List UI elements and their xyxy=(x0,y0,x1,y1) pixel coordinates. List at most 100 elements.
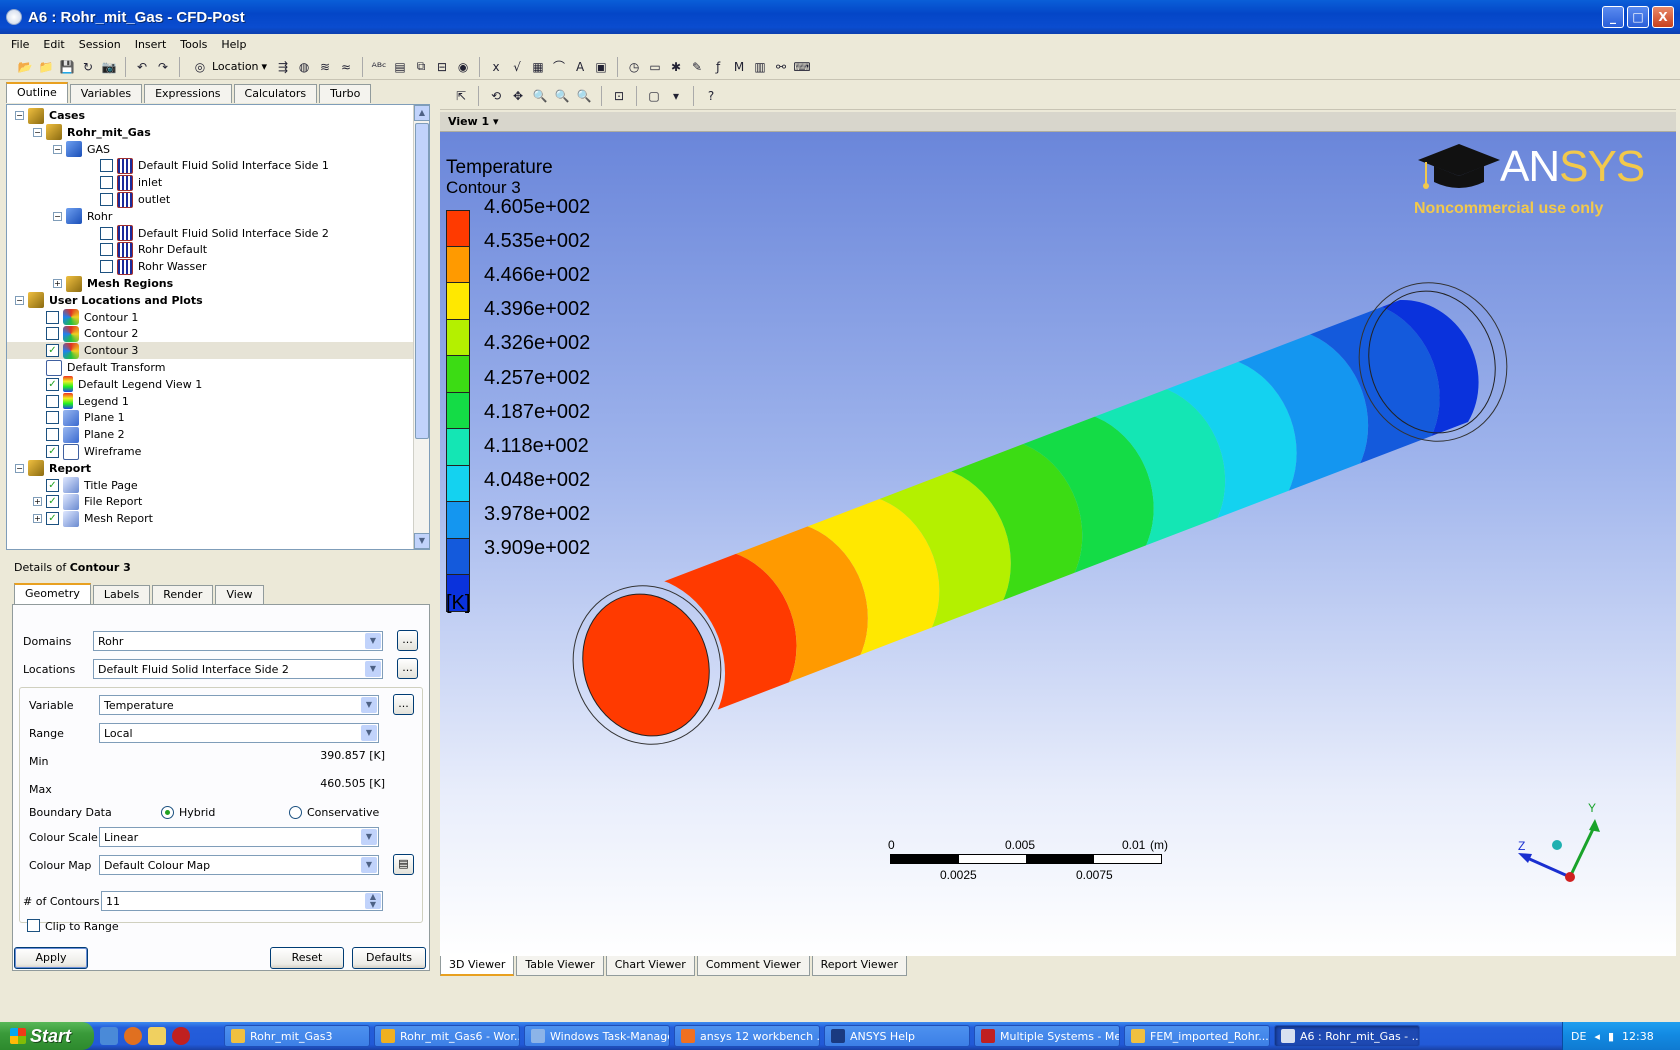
colour-map-editor-icon[interactable]: ▤ xyxy=(393,854,414,875)
taskbar-item[interactable]: ANSYS Help xyxy=(824,1025,970,1047)
visibility-checkbox[interactable]: ✓ xyxy=(46,512,59,526)
tree-scrollbar[interactable]: ▲ ▼ xyxy=(413,105,429,549)
close-button[interactable]: X xyxy=(1652,6,1674,28)
case-comparison-icon[interactable]: ⚯ xyxy=(772,58,790,76)
help-cursor-icon[interactable]: ? xyxy=(702,87,720,105)
tab-outline[interactable]: Outline xyxy=(6,82,68,103)
variable-more-button[interactable]: ... xyxy=(393,694,414,715)
tree-item[interactable]: Plane 1 xyxy=(7,409,413,426)
animation-icon[interactable]: ▭ xyxy=(646,58,664,76)
tab-turbo[interactable]: Turbo xyxy=(319,84,372,103)
tab-3d-viewer[interactable]: 3D Viewer xyxy=(440,956,515,976)
visibility-checkbox[interactable] xyxy=(100,226,113,240)
collapse-icon[interactable]: − xyxy=(53,211,62,221)
visibility-checkbox[interactable] xyxy=(46,428,59,442)
visibility-checkbox[interactable]: ✓ xyxy=(46,478,59,492)
locations-more-button[interactable]: ... xyxy=(397,658,418,679)
tree-item[interactable]: − User Locations and Plots xyxy=(7,292,413,309)
locations-select[interactable]: Default Fluid Solid Interface Side 2 ▼ xyxy=(93,659,383,679)
tab-table-viewer[interactable]: Table Viewer xyxy=(516,956,604,976)
scroll-down-icon[interactable]: ▼ xyxy=(414,533,429,549)
expression-icon[interactable]: √ xyxy=(508,58,526,76)
quicklaunch-folder-icon[interactable] xyxy=(148,1027,166,1045)
tree-item[interactable]: − Report xyxy=(7,460,413,477)
tree-item[interactable]: − Cases xyxy=(7,107,413,124)
tree-item[interactable]: Default Fluid Solid Interface Side 2 xyxy=(7,225,413,242)
contours-spinner[interactable]: 11 ▲ ▼ xyxy=(101,891,383,911)
timestep-icon[interactable]: ◷ xyxy=(625,58,643,76)
expand-icon[interactable]: + xyxy=(53,279,62,288)
open-folder-icon[interactable]: 📂 xyxy=(16,58,34,76)
tree-item[interactable]: Rohr Default xyxy=(7,241,413,258)
select-icon[interactable]: ⇱ xyxy=(452,87,470,105)
redo-icon[interactable]: ↷ xyxy=(154,58,172,76)
screenshot-icon[interactable]: 📷 xyxy=(100,58,118,76)
expand-icon[interactable]: + xyxy=(33,497,42,507)
tree-item[interactable]: ✓ Contour 3 xyxy=(7,342,413,360)
tree-item[interactable]: Rohr Wasser xyxy=(7,258,413,275)
tray-network-icon[interactable]: ◂ xyxy=(1594,1030,1600,1043)
quicklaunch-firefox-icon[interactable] xyxy=(124,1027,142,1045)
tree-item[interactable]: − Rohr_mit_Gas xyxy=(7,124,413,141)
tab-labels[interactable]: Labels xyxy=(92,585,151,604)
text-icon[interactable]: ᴬᴮᶜ xyxy=(370,58,388,76)
tree-item[interactable]: Contour 2 xyxy=(7,325,413,342)
tab-chart-viewer[interactable]: Chart Viewer xyxy=(605,956,695,976)
start-button[interactable]: Start xyxy=(0,1022,94,1050)
contour-icon[interactable]: ◍ xyxy=(295,58,313,76)
collapse-icon[interactable]: − xyxy=(53,144,62,154)
tree-item[interactable]: ✓ Title Page xyxy=(7,477,413,494)
visibility-checkbox[interactable] xyxy=(100,260,113,274)
tree-item[interactable]: − Rohr xyxy=(7,208,413,225)
tree-item[interactable]: + Mesh Regions xyxy=(7,275,413,292)
menu-insert[interactable]: Insert xyxy=(128,38,174,51)
tree-item[interactable]: Contour 1 xyxy=(7,309,413,326)
taskbar-item[interactable]: Multiple Systems - Me... xyxy=(974,1025,1120,1047)
chart-icon[interactable]: ⌒ xyxy=(550,58,568,76)
fit-view-icon[interactable]: ⊡ xyxy=(610,87,628,105)
particle-track-icon[interactable]: ≈ xyxy=(337,58,355,76)
scroll-up-icon[interactable]: ▲ xyxy=(414,105,429,121)
visibility-checkbox[interactable]: ✓ xyxy=(46,344,59,358)
taskbar-item[interactable]: ansys 12 workbench ... xyxy=(674,1025,820,1047)
legend-icon[interactable]: ▤ xyxy=(391,58,409,76)
menu-file[interactable]: File xyxy=(4,38,36,51)
tab-geometry[interactable]: Geometry xyxy=(14,583,91,604)
tree-item[interactable]: − GAS xyxy=(7,141,413,158)
visibility-checkbox[interactable] xyxy=(46,411,59,425)
taskbar-item[interactable]: Rohr_mit_Gas3 xyxy=(224,1025,370,1047)
tree-item[interactable]: + ✓ Mesh Report xyxy=(7,510,413,527)
visibility-checkbox[interactable] xyxy=(46,394,59,408)
comment-icon[interactable]: A xyxy=(571,58,589,76)
menu-help[interactable]: Help xyxy=(214,38,253,51)
chevron-down-icon[interactable]: ▾ xyxy=(667,87,685,105)
colour-map-select[interactable]: Default Colour Map ▼ xyxy=(99,855,379,875)
visibility-checkbox[interactable] xyxy=(100,193,113,206)
clip-to-range-checkbox[interactable] xyxy=(27,919,40,932)
view-selector[interactable]: View 1 ▾ xyxy=(440,112,1676,132)
visibility-checkbox[interactable]: ✓ xyxy=(46,495,59,509)
visibility-checkbox[interactable] xyxy=(100,159,113,173)
clip-plane-icon[interactable]: ⊟ xyxy=(433,58,451,76)
minimize-button[interactable]: _ xyxy=(1602,6,1624,28)
save-icon[interactable]: 💾 xyxy=(58,58,76,76)
collapse-icon[interactable]: − xyxy=(15,111,24,120)
variable-select[interactable]: Temperature ▼ xyxy=(99,695,379,715)
defaults-button[interactable]: Defaults xyxy=(352,947,426,969)
location-dropdown[interactable]: ◎ Location ▾ xyxy=(187,58,271,76)
apply-button[interactable]: Apply xyxy=(14,947,88,969)
collapse-icon[interactable]: − xyxy=(15,295,24,305)
visibility-checkbox[interactable] xyxy=(46,310,59,324)
tab-expressions[interactable]: Expressions xyxy=(144,84,232,103)
range-select[interactable]: Local ▼ xyxy=(99,723,379,743)
tree-item[interactable]: inlet xyxy=(7,174,413,191)
scroll-thumb[interactable] xyxy=(415,123,429,439)
expand-icon[interactable]: + xyxy=(33,514,42,524)
figure-icon[interactable]: ▣ xyxy=(592,58,610,76)
tree-item[interactable]: ✓ Wireframe xyxy=(7,443,413,460)
domains-more-button[interactable]: ... xyxy=(397,630,418,651)
tree-item[interactable]: Default Fluid Solid Interface Side 1 xyxy=(7,157,413,174)
tab-view[interactable]: View xyxy=(215,585,264,604)
reload-icon[interactable]: ↻ xyxy=(79,58,97,76)
taskbar-item[interactable]: Windows Task-Manager xyxy=(524,1025,670,1047)
